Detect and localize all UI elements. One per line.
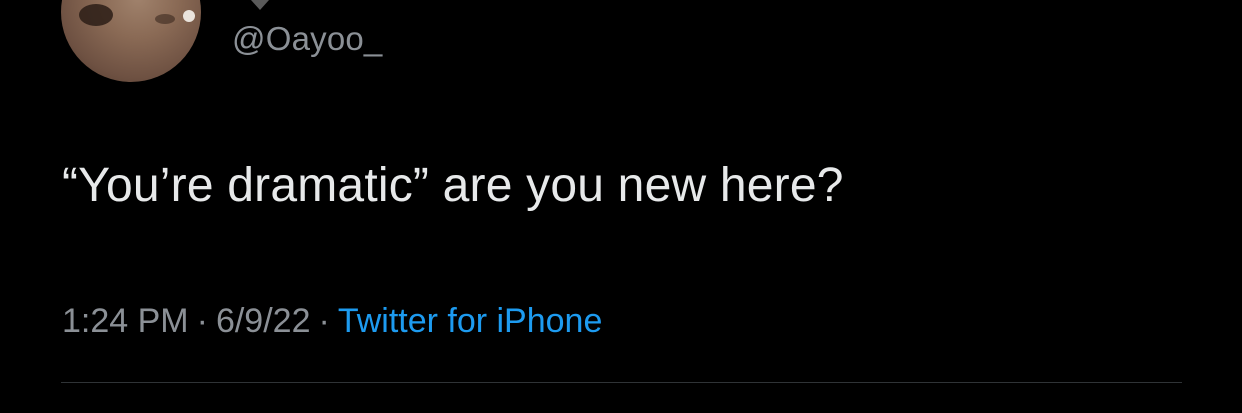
author-handle[interactable]: @Oayoo_ bbox=[232, 20, 382, 58]
meta-separator: · bbox=[196, 302, 208, 340]
avatar-photo-detail bbox=[155, 14, 175, 24]
avatar-photo-detail bbox=[79, 4, 113, 26]
divider bbox=[61, 382, 1182, 383]
tweet-date[interactable]: 6/9/22 bbox=[216, 302, 311, 340]
verified-badge-icon bbox=[251, 0, 269, 10]
tweet-source-link[interactable]: Twitter for iPhone bbox=[338, 302, 603, 340]
tweet-time[interactable]: 1:24 PM bbox=[62, 302, 189, 340]
tweet-meta: 1:24 PM · 6/9/22 · Twitter for iPhone bbox=[62, 302, 602, 341]
meta-separator: · bbox=[318, 302, 330, 340]
avatar-photo-detail bbox=[183, 10, 195, 22]
tweet-text: “You’re dramatic” are you new here? bbox=[62, 159, 844, 212]
avatar[interactable] bbox=[61, 0, 201, 82]
